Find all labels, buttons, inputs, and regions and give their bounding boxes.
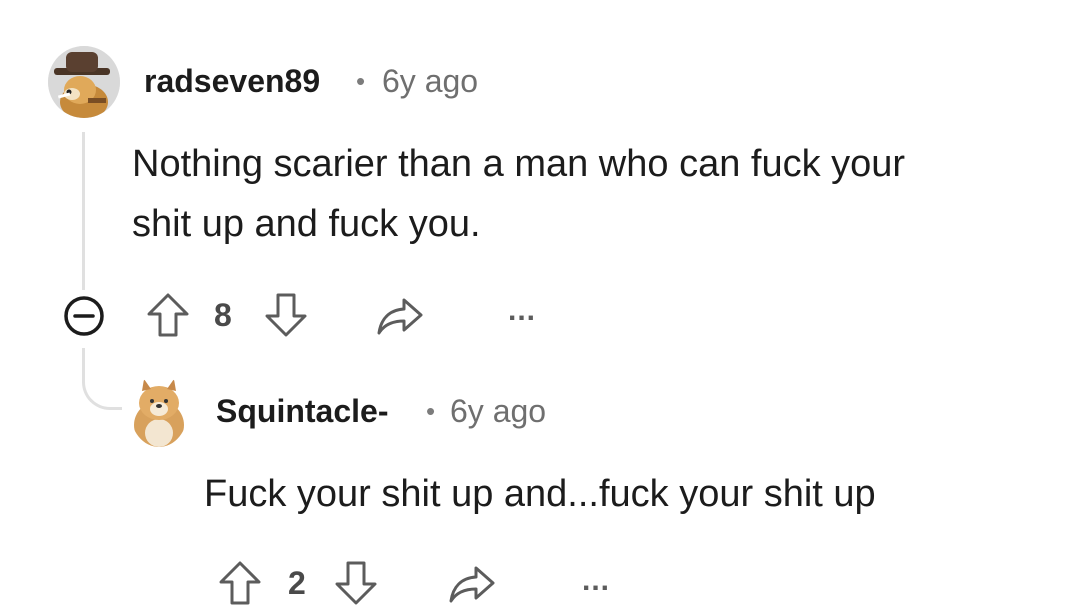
downvote-button[interactable] (334, 560, 378, 606)
downvote-button[interactable] (264, 292, 308, 338)
arrow-down-icon (335, 561, 377, 605)
avatar-radseven89[interactable] (48, 46, 120, 118)
more-options-button[interactable]: ... (508, 296, 536, 326)
vote-score: 2 (288, 565, 306, 601)
avatar-squintacle[interactable] (130, 375, 188, 447)
separator-dot: • (356, 66, 366, 96)
comment-body-line: Nothing scarier than a man who can fuck … (132, 143, 906, 185)
collapse-minus-icon (64, 296, 104, 336)
comment-username[interactable]: radseven89 (144, 62, 320, 100)
comment-body-line: shit up and fuck you. (132, 203, 481, 245)
comment-body: Fuck your shit up and...fuck your shit u… (204, 473, 876, 515)
comment-body: Nothing scarier than a man who can fuck … (132, 134, 905, 254)
comment-timestamp: 6y ago (450, 393, 547, 429)
collapse-button[interactable] (63, 295, 105, 337)
upvote-button[interactable] (146, 292, 190, 338)
separator-dot: • (426, 396, 436, 426)
share-arrow-icon (449, 566, 495, 603)
share-button[interactable] (376, 296, 424, 336)
arrow-up-icon (219, 561, 261, 605)
comment-username[interactable]: Squintacle- (216, 392, 388, 430)
share-button[interactable] (448, 564, 496, 604)
thread-connector (82, 348, 122, 410)
arrow-up-icon (147, 293, 189, 337)
comment-timestamp: 6y ago (382, 63, 479, 99)
arrow-down-icon (265, 293, 307, 337)
vote-score: 8 (214, 297, 232, 333)
thread-line-top (82, 132, 85, 290)
share-arrow-icon (377, 298, 423, 335)
more-options-button[interactable]: ... (582, 566, 610, 596)
upvote-button[interactable] (218, 560, 262, 606)
